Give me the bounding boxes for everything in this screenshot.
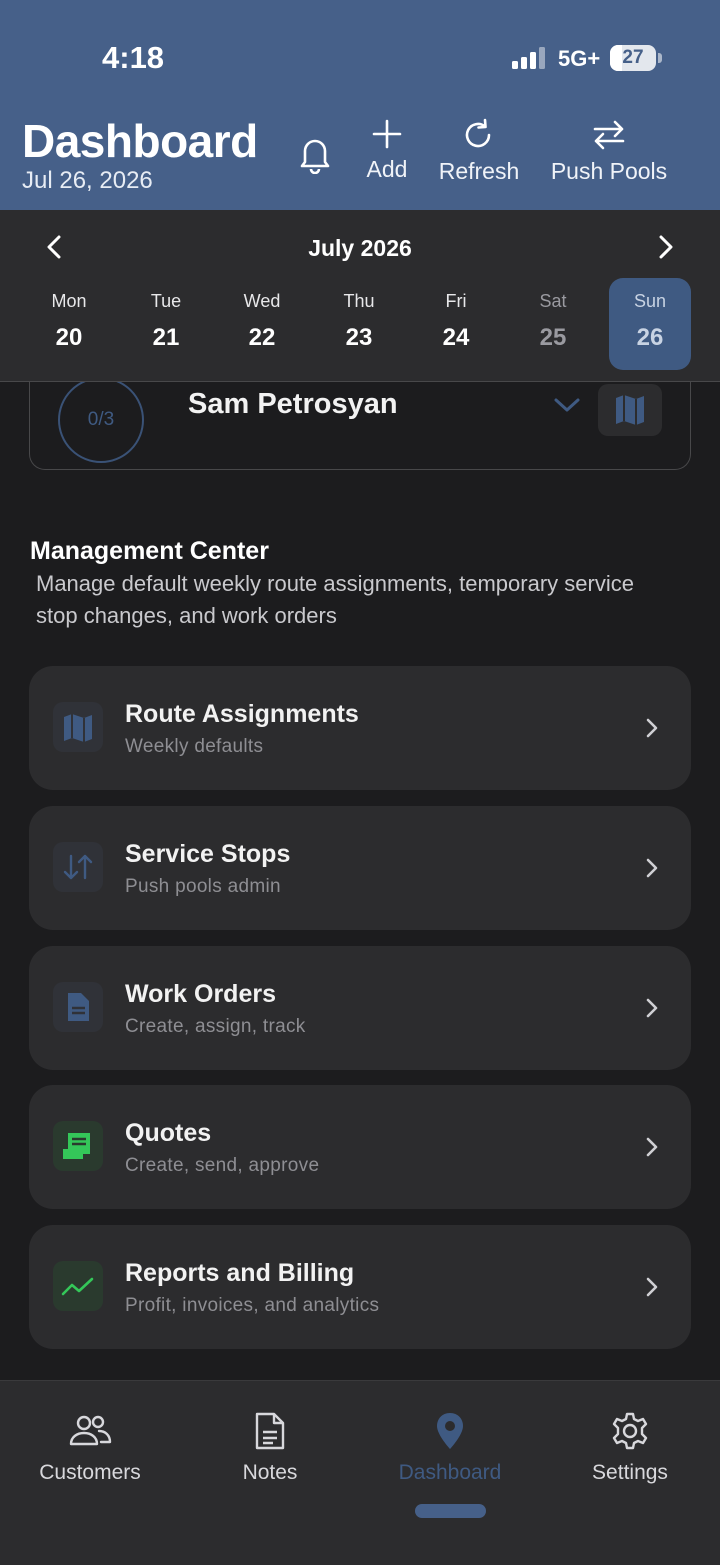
refresh-button[interactable]: Refresh bbox=[430, 118, 528, 185]
add-label: Add bbox=[366, 156, 408, 182]
route-assignments-card[interactable]: Route Assignments Weekly defaults bbox=[29, 666, 691, 790]
tab-bar: Customers Notes Dashboard Settings bbox=[0, 1380, 720, 1565]
menu-subtitle: Create, send, approve bbox=[125, 1155, 320, 1176]
technician-name: Sam Petrosyan bbox=[188, 388, 398, 420]
chevron-right-icon bbox=[646, 998, 658, 1018]
menu-subtitle: Weekly defaults bbox=[125, 736, 264, 757]
day-sat[interactable]: Sat 25 bbox=[512, 278, 594, 370]
tab-label: Customers bbox=[39, 1461, 141, 1484]
work-orders-card[interactable]: Work Orders Create, assign, track bbox=[29, 946, 691, 1070]
day-wed[interactable]: Wed 22 bbox=[221, 278, 303, 370]
add-button[interactable]: Add bbox=[358, 118, 416, 183]
tab-label: Dashboard bbox=[398, 1461, 502, 1484]
day-name: Tue bbox=[150, 291, 182, 311]
day-name: Sun bbox=[633, 291, 667, 311]
chevron-right-icon[interactable] bbox=[650, 232, 680, 262]
progress-ring: 0/3 bbox=[58, 377, 144, 463]
day-number: 22 bbox=[248, 324, 276, 351]
trend-icon bbox=[61, 1277, 94, 1296]
app-header: 4:18 5G+ 27 Dashboard Jul 26, 2026 Add R… bbox=[0, 0, 720, 210]
refresh-label: Refresh bbox=[438, 158, 520, 184]
gear-icon bbox=[612, 1412, 648, 1450]
progress-count: 0/3 bbox=[87, 409, 115, 430]
day-number: 20 bbox=[55, 324, 83, 351]
month-title: July 2026 bbox=[308, 235, 412, 261]
day-name: Fri bbox=[445, 291, 467, 311]
day-name: Mon bbox=[51, 291, 87, 311]
quotes-icon-box bbox=[53, 1121, 103, 1171]
network-type: 5G+ bbox=[558, 46, 601, 71]
location-pin-icon bbox=[437, 1413, 463, 1449]
day-number: 23 bbox=[345, 324, 373, 351]
menu-title: Reports and Billing bbox=[125, 1259, 355, 1287]
section-title: Management Center bbox=[30, 537, 269, 565]
home-indicator bbox=[415, 1504, 486, 1518]
tab-settings[interactable]: Settings bbox=[540, 1411, 720, 1485]
day-mon[interactable]: Mon 20 bbox=[28, 278, 110, 370]
menu-title: Quotes bbox=[125, 1119, 212, 1147]
tab-notes[interactable]: Notes bbox=[180, 1411, 360, 1485]
chevron-down-icon[interactable] bbox=[552, 394, 582, 416]
refresh-icon bbox=[465, 118, 491, 148]
plus-icon bbox=[372, 119, 402, 149]
status-time: 4:18 bbox=[102, 40, 165, 75]
map-icon bbox=[616, 395, 644, 425]
day-name: Thu bbox=[343, 291, 375, 311]
page-title: Dashboard bbox=[22, 115, 258, 167]
menu-title: Work Orders bbox=[125, 980, 276, 1008]
menu-title: Service Stops bbox=[125, 840, 291, 868]
document-icon bbox=[68, 993, 89, 1021]
people-icon bbox=[69, 1415, 112, 1446]
route-assignments-icon-box bbox=[53, 702, 103, 752]
swap-icon bbox=[593, 120, 625, 150]
week-calendar: July 2026 Mon 20 Tue 21 Wed 22 Thu 23 Fr… bbox=[0, 210, 720, 382]
menu-title: Route Assignments bbox=[125, 700, 359, 728]
battery-tip bbox=[658, 53, 662, 63]
bell-icon[interactable] bbox=[296, 134, 334, 174]
tab-label: Notes bbox=[242, 1461, 298, 1484]
battery-level: 27 bbox=[622, 47, 644, 68]
reports-icon-box bbox=[53, 1261, 103, 1311]
push-pools-button[interactable]: Push Pools bbox=[546, 118, 672, 185]
chevron-right-icon bbox=[646, 718, 658, 738]
day-name: Sat bbox=[539, 291, 567, 311]
page-date: Jul 26, 2026 bbox=[22, 167, 153, 194]
day-sun[interactable]: Sun 26 bbox=[609, 278, 691, 370]
menu-subtitle: Push pools admin bbox=[125, 876, 281, 897]
tab-customers[interactable]: Customers bbox=[0, 1411, 180, 1485]
menu-subtitle: Create, assign, track bbox=[125, 1016, 306, 1037]
day-tue[interactable]: Tue 21 bbox=[125, 278, 207, 370]
menu-subtitle: Profit, invoices, and analytics bbox=[125, 1295, 380, 1316]
cellular-signal-icon bbox=[512, 47, 545, 69]
day-number: 25 bbox=[539, 324, 567, 351]
battery-icon: 27 bbox=[610, 45, 656, 71]
service-stops-icon-box bbox=[53, 842, 103, 892]
swap-vertical-icon bbox=[63, 854, 93, 880]
day-number: 26 bbox=[636, 324, 664, 351]
service-stops-card[interactable]: Service Stops Push pools admin bbox=[29, 806, 691, 930]
tab-label: Settings bbox=[592, 1461, 668, 1484]
map-icon bbox=[64, 714, 92, 742]
day-fri[interactable]: Fri 24 bbox=[415, 278, 497, 370]
quotes-card[interactable]: Quotes Create, send, approve bbox=[29, 1085, 691, 1209]
push-pools-label: Push Pools bbox=[550, 158, 668, 184]
reports-billing-card[interactable]: Reports and Billing Profit, invoices, an… bbox=[29, 1225, 691, 1349]
day-number: 21 bbox=[152, 324, 180, 351]
section-description: Manage default weekly route assignments,… bbox=[36, 571, 634, 628]
day-number: 24 bbox=[442, 324, 470, 351]
work-orders-icon-box bbox=[53, 982, 103, 1032]
chevron-right-icon bbox=[646, 1137, 658, 1157]
chevron-right-icon bbox=[646, 1277, 658, 1297]
tab-dashboard[interactable]: Dashboard bbox=[360, 1411, 540, 1485]
day-name: Wed bbox=[243, 291, 281, 311]
notes-icon bbox=[255, 1412, 285, 1450]
map-button[interactable] bbox=[598, 384, 662, 436]
day-thu[interactable]: Thu 23 bbox=[318, 278, 400, 370]
chevron-right-icon bbox=[646, 858, 658, 878]
receipt-icon bbox=[63, 1133, 90, 1159]
